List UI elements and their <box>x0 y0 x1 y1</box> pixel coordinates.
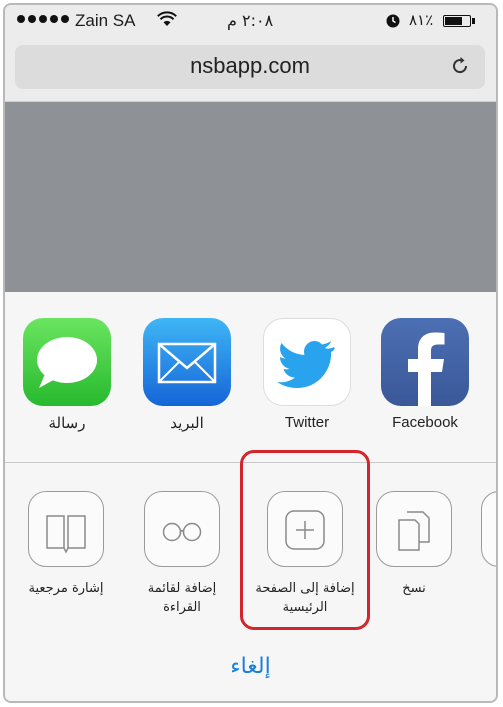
share-facebook-button[interactable]: Facebook <box>375 318 475 431</box>
status-time: ٢:٠٨ م <box>227 11 274 30</box>
mail-icon <box>143 318 231 406</box>
action-label: إضافة لقائمة القراءة <box>147 581 217 615</box>
signal-strength-icon <box>17 15 69 23</box>
twitter-icon <box>263 318 351 406</box>
share-app-label: Twitter <box>284 414 330 431</box>
action-label: إشارة مرجعية <box>28 581 104 596</box>
wifi-icon <box>157 11 177 31</box>
share-apps-row: رسالة البريد Twitter Facebook <box>5 292 496 463</box>
share-twitter-button[interactable]: Twitter <box>257 318 357 431</box>
more-action-icon <box>481 491 496 567</box>
action-label: نسخ <box>402 581 426 596</box>
highlight-box <box>240 450 370 630</box>
reading-list-icon <box>144 491 220 567</box>
more-actions-partial[interactable] <box>481 491 496 567</box>
share-sheet: رسالة البريد Twitter Facebook إشارة مرجع… <box>5 292 496 701</box>
cancel-button[interactable]: إلغاء <box>5 654 496 679</box>
share-app-label: البريد <box>170 415 204 432</box>
screenshot-frame: Zain SA ٢:٠٨ م ٨١٪ nsbapp.com رسالة البر… <box>3 3 498 703</box>
reload-icon[interactable] <box>449 55 471 81</box>
share-app-label: Facebook <box>392 414 458 431</box>
add-bookmark-button[interactable]: إشارة مرجعية <box>11 491 121 598</box>
messages-icon <box>23 318 111 406</box>
status-bar: Zain SA ٢:٠٨ م ٨١٪ <box>5 5 496 37</box>
share-mail-button[interactable]: البريد <box>137 318 237 432</box>
alarm-icon <box>385 13 401 33</box>
share-app-label: رسالة <box>48 415 86 432</box>
bookmark-icon <box>28 491 104 567</box>
battery-percent: ٨١٪ <box>409 11 434 29</box>
browser-top-bar: Zain SA ٢:٠٨ م ٨١٪ nsbapp.com <box>5 5 496 102</box>
battery-icon <box>443 15 475 27</box>
url-text: nsbapp.com <box>190 53 310 78</box>
carrier-name: Zain SA <box>75 11 136 30</box>
address-bar[interactable]: nsbapp.com <box>15 45 485 89</box>
add-to-reading-list-button[interactable]: إضافة لقائمة القراءة <box>127 491 237 617</box>
share-messages-button[interactable]: رسالة <box>17 318 117 432</box>
web-page-content <box>5 102 496 292</box>
facebook-icon <box>381 318 469 406</box>
copy-icon <box>376 491 452 567</box>
copy-button[interactable]: نسخ <box>359 491 469 598</box>
